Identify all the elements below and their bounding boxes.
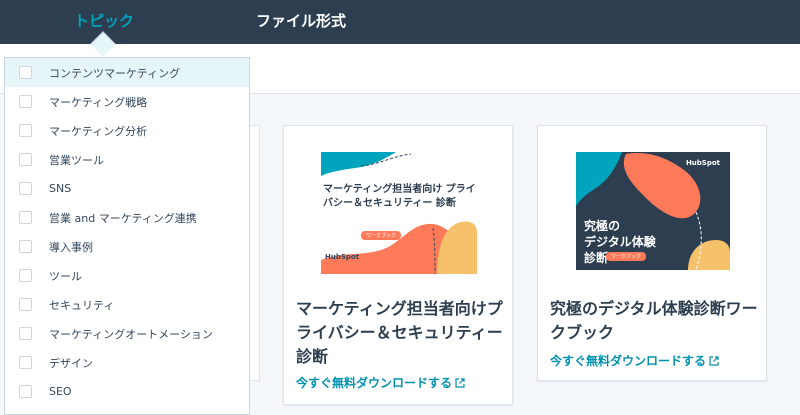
checkbox[interactable] (19, 66, 32, 79)
topic-option-label: SNS (49, 182, 72, 195)
checkbox[interactable] (19, 182, 32, 195)
topic-option-label: ツール (49, 269, 82, 283)
topic-option[interactable]: 営業 and マーケティング連携 (5, 203, 249, 232)
topic-dropdown: コンテンツマーケティング マーケティング戦略 マーケティング分析 営業ツール S… (4, 57, 250, 415)
checkbox[interactable] (19, 269, 32, 282)
thumbnail-title: マーケティング担当者向け プライバシー＆セキュリティー 診断 (323, 184, 476, 209)
topic-option[interactable]: 導入事例 (5, 232, 249, 261)
checkbox[interactable] (19, 95, 32, 108)
download-link[interactable]: 今すぐ無料ダウンロードする (296, 374, 465, 391)
checkbox[interactable] (19, 124, 32, 137)
tab-file-format[interactable]: ファイル形式 (256, 10, 346, 31)
thumbnail-badge: ワークブック (606, 252, 647, 261)
topic-option-label: 導入事例 (49, 240, 93, 254)
hubspot-logo: HubSpot (325, 253, 360, 261)
topic-option[interactable]: マーケティングオートメーション (5, 319, 249, 348)
card-title[interactable]: 究極のデジタル体験診断ワークブック (550, 297, 760, 345)
topic-option[interactable]: 営業ツール (5, 145, 249, 174)
download-link[interactable]: 今すぐ無料ダウンロードする (550, 352, 719, 369)
thumbnail-title-line: 究極の (584, 219, 621, 233)
card-thumbnail[interactable]: マーケティング担当者向け プライバシー＆セキュリティー 診断 ワークブック Hu… (321, 152, 477, 274)
topic-option[interactable]: マーケティング分析 (5, 116, 249, 145)
card-title[interactable]: マーケティング担当者向けプライバシー＆セキュリティー診断 (296, 297, 506, 369)
topic-option[interactable]: セキュリティ (5, 290, 249, 319)
topic-option-label: マーケティングオートメーション (49, 327, 213, 341)
thumbnail-title-line: デジタル体験 (584, 235, 656, 249)
checkbox[interactable] (19, 211, 32, 224)
topic-option-label: コンテンツマーケティング (49, 66, 181, 80)
external-link-icon (455, 377, 465, 388)
checkbox[interactable] (19, 240, 32, 253)
topic-option[interactable]: デザイン (5, 348, 249, 377)
topic-option-label: マーケティング戦略 (49, 95, 148, 109)
external-link-icon (709, 355, 719, 366)
tab-topic[interactable]: トピック (74, 10, 134, 31)
checkbox[interactable] (19, 298, 32, 311)
topic-option-label: デザイン (49, 356, 93, 370)
topic-option[interactable]: コンテンツマーケティング (5, 58, 249, 87)
topic-option-label: 営業 and マーケティング連携 (49, 211, 197, 225)
resource-card[interactable]: マーケティング担当者向け プライバシー＆セキュリティー 診断 ワークブック Hu… (283, 125, 513, 405)
topic-option-label: 営業ツール (49, 153, 104, 167)
hubspot-logo: HubSpot (685, 159, 720, 167)
resource-card[interactable]: 究極の デジタル体験 診断 ワークブック HubSpot 究極のデジタル体験診断… (537, 125, 767, 381)
topic-option-label: マーケティング分析 (49, 124, 148, 138)
top-nav-bar: トピック ファイル形式 (0, 0, 800, 44)
topic-option[interactable]: ツール (5, 261, 249, 290)
card-thumbnail[interactable]: 究極の デジタル体験 診断 ワークブック HubSpot (576, 152, 730, 270)
topic-option[interactable]: SEO (5, 377, 249, 406)
checkbox[interactable] (19, 356, 32, 369)
checkbox[interactable] (19, 153, 32, 166)
topic-option-label: SEO (49, 385, 72, 398)
checkbox[interactable] (19, 327, 32, 340)
thumbnail-title-line: 診断 (584, 251, 609, 265)
topic-option-label: セキュリティ (49, 298, 115, 312)
topic-option[interactable]: SNS (5, 174, 249, 203)
thumbnail-badge: ワークブック (361, 231, 402, 240)
download-link-label: 今すぐ無料ダウンロードする (550, 354, 707, 368)
topic-option[interactable]: マーケティング戦略 (5, 87, 249, 116)
download-link-label: 今すぐ無料ダウンロードする (296, 376, 453, 390)
checkbox[interactable] (19, 385, 32, 398)
